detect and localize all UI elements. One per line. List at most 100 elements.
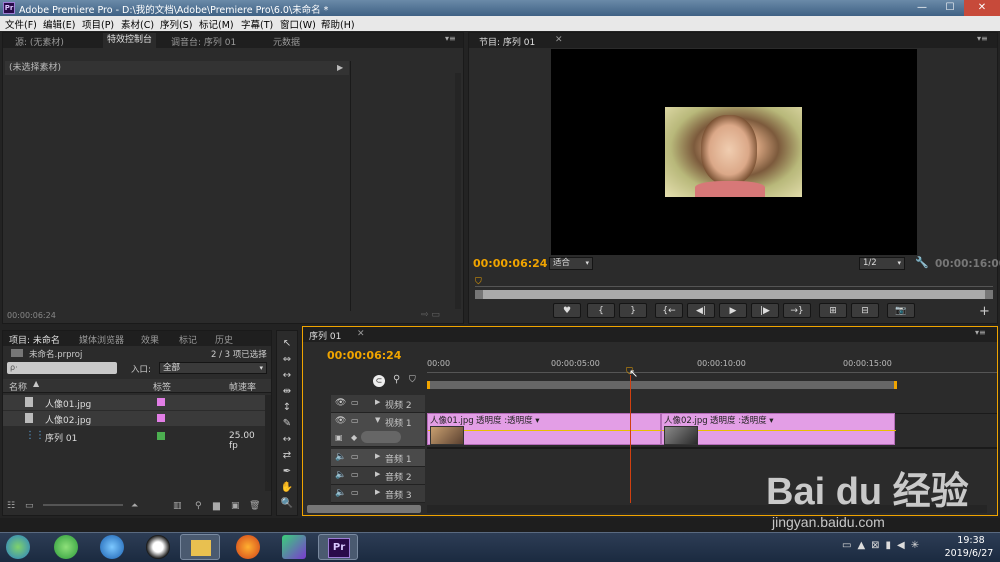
playhead-line[interactable] — [630, 375, 631, 503]
col-label[interactable]: 标签 — [153, 380, 171, 393]
mark-in-button[interactable]: { — [587, 303, 615, 318]
time-ruler[interactable]: 00:00 00:00:05:00 00:00:10:00 00:00:15:0… — [427, 357, 997, 373]
slip-tool-icon[interactable]: ↔ — [280, 433, 294, 447]
tray-icons[interactable]: ▭▲⊠▮◀✳ — [842, 540, 925, 551]
render-icons[interactable]: ⇨ ▭ — [421, 310, 440, 320]
close-button[interactable]: ✕ — [964, 0, 1000, 16]
menu-title[interactable]: 字幕(T) — [241, 17, 273, 31]
col-name[interactable]: 名称 — [9, 380, 27, 393]
tab-project[interactable]: 项目: 未命名 — [9, 333, 60, 346]
label-swatch[interactable] — [157, 432, 165, 440]
expand-icon[interactable]: ▶ — [375, 398, 380, 406]
lock-icon[interactable]: ▭ — [351, 452, 359, 461]
go-to-out-button[interactable]: →} — [783, 303, 811, 318]
display-style-icon[interactable]: ▣ — [335, 433, 343, 442]
linked-icon[interactable]: ⚲ — [393, 374, 400, 385]
tab-audio-mixer[interactable]: 调音台: 序列 01 — [171, 35, 236, 48]
tab-history[interactable]: 历史 — [215, 333, 233, 346]
icon-view-icon[interactable]: ▭ — [25, 501, 34, 511]
panel-menu-icon[interactable]: ▾≡ — [445, 34, 456, 43]
zoom-tool-icon[interactable]: 🔍 — [280, 497, 294, 511]
menu-clip[interactable]: 素材(C) — [121, 17, 154, 31]
speaker-icon[interactable]: 🔈 — [335, 470, 346, 480]
pen-tool-icon[interactable]: ✒ — [280, 465, 294, 479]
tab-effects[interactable]: 效果 — [141, 333, 159, 346]
go-to-in-button[interactable]: {← — [655, 303, 683, 318]
close-tab-icon[interactable]: ✕ — [357, 329, 365, 339]
lock-icon[interactable]: ▭ — [351, 470, 359, 479]
tab-metadata[interactable]: 元数据 — [273, 35, 300, 48]
mark-out-button[interactable]: } — [619, 303, 647, 318]
expand-icon[interactable]: ▶ — [375, 470, 380, 478]
export-frame-button[interactable]: 📷 — [887, 303, 915, 318]
extract-button[interactable]: ⊟ — [851, 303, 879, 318]
lock-icon[interactable]: ▭ — [351, 416, 359, 425]
timeline-horizontal-scrollbar[interactable] — [427, 505, 987, 513]
wrench-icon[interactable]: 🔧 — [915, 256, 929, 269]
inpoint-dropdown[interactable]: 全部 ▾ — [159, 362, 267, 374]
menu-marker[interactable]: 标记(M) — [199, 17, 234, 31]
tab-media-browser[interactable]: 媒体浏览器 — [79, 333, 124, 346]
hand-tool-icon[interactable]: ✋ — [280, 481, 294, 495]
panel-menu-icon[interactable]: ▾≡ — [977, 34, 988, 43]
keyframe-nav[interactable] — [361, 431, 401, 443]
zoom-handle-left[interactable] — [475, 290, 483, 299]
slide-tool-icon[interactable]: ⇄ — [280, 449, 294, 463]
find-icon[interactable]: ⚲ — [195, 501, 202, 511]
tab-sequence[interactable]: 序列 01 — [309, 329, 341, 342]
label-swatch[interactable] — [157, 398, 165, 406]
lift-button[interactable]: ⊞ — [819, 303, 847, 318]
work-area-bar[interactable] — [427, 381, 897, 389]
label-swatch[interactable] — [157, 414, 165, 422]
snap-icon[interactable]: ⊂ — [373, 375, 385, 387]
scrollbar[interactable] — [265, 395, 271, 491]
camtasia-icon[interactable] — [282, 535, 306, 559]
tab-effect-controls[interactable]: 特效控制台 — [103, 33, 157, 48]
search-input[interactable]: ρ· — [7, 362, 117, 374]
explorer-task[interactable] — [180, 534, 220, 560]
automate-icon[interactable]: ⏶ — [131, 501, 138, 511]
clip-fx[interactable]: 透明度 :透明度 ▾ — [476, 414, 540, 426]
resolution-dropdown[interactable]: 1/2 ▾ — [859, 257, 905, 270]
qq-icon[interactable] — [146, 535, 170, 559]
track-select-tool-icon[interactable]: ⇔ — [280, 353, 294, 367]
zoom-slider[interactable] — [43, 504, 123, 506]
add-marker-button[interactable]: ♥ — [553, 303, 581, 318]
clip-fx[interactable]: 透明度 :透明度 ▾ — [710, 414, 774, 426]
razor-tool-icon[interactable]: ✎ — [280, 417, 294, 431]
bin-icon[interactable]: ▥ — [173, 501, 182, 511]
fit-dropdown[interactable]: 适合 ▾ — [549, 257, 593, 270]
timeline-zoom-scrollbar[interactable] — [307, 505, 421, 513]
list-view-icon[interactable]: ☷ — [7, 501, 15, 511]
delete-icon[interactable]: 🗑 — [249, 501, 260, 511]
step-back-button[interactable]: ◀| — [687, 303, 715, 318]
expand-icon[interactable]: ▶ — [375, 452, 380, 460]
menu-help[interactable]: 帮助(H) — [321, 17, 355, 31]
media-player-icon[interactable] — [100, 535, 124, 559]
menu-sequence[interactable]: 序列(S) — [160, 17, 192, 31]
play-button[interactable]: ▶ — [719, 303, 747, 318]
eye-icon[interactable]: 👁 — [335, 398, 346, 408]
tab-source[interactable]: 源: (无素材) — [15, 35, 64, 48]
start-button[interactable] — [6, 535, 30, 559]
menu-project[interactable]: 项目(P) — [82, 17, 114, 31]
eye-icon[interactable]: 👁 — [335, 416, 346, 426]
mini-ruler[interactable] — [475, 277, 993, 287]
selection-tool-icon[interactable]: ↖ — [280, 337, 294, 351]
list-item[interactable]: ⋮⋮ 序列 01 25.00 fp — [3, 429, 265, 451]
panel-menu-icon[interactable]: ▾≡ — [975, 328, 986, 337]
speaker-icon[interactable]: 🔈 — [335, 488, 346, 498]
menu-window[interactable]: 窗口(W) — [280, 17, 316, 31]
zoom-scrollbar[interactable] — [475, 290, 993, 299]
menu-file[interactable]: 文件(F) — [5, 17, 37, 31]
speaker-icon[interactable]: 🔈 — [335, 452, 346, 462]
new-item-icon[interactable]: ▣ — [231, 501, 240, 511]
step-forward-button[interactable]: |▶ — [751, 303, 779, 318]
firefox-icon[interactable] — [236, 535, 260, 559]
minimize-button[interactable]: — — [908, 0, 936, 16]
expand-icon[interactable]: ▶ — [375, 488, 380, 496]
close-tab-icon[interactable]: ✕ — [555, 35, 563, 45]
menu-edit[interactable]: 编辑(E) — [43, 17, 75, 31]
list-item[interactable]: 人像01.jpg — [3, 395, 265, 410]
marker-icon[interactable]: ⛉ — [409, 375, 416, 385]
